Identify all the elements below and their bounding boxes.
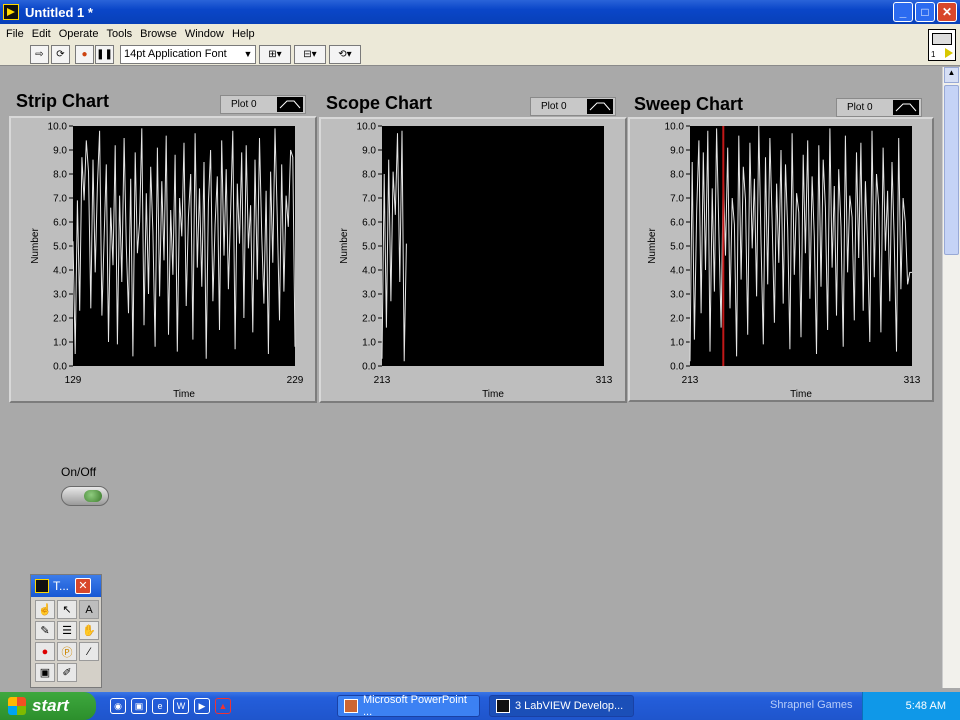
- y-axis-label: Number: [647, 228, 658, 264]
- screen: Untitled 1 * _ □ ✕ File Edit Operate Too…: [0, 0, 960, 720]
- taskbar-powerpoint[interactable]: Microsoft PowerPoint ...: [337, 694, 480, 718]
- y-tick-label: 7.0: [670, 194, 684, 205]
- onoff-label: On/Off: [61, 465, 97, 479]
- run-arrow-icon: [945, 48, 953, 58]
- y-tick-label: 1.0: [362, 338, 376, 349]
- connect-wire-tool-icon[interactable]: ✎: [35, 621, 55, 640]
- y-tick-label: 4.0: [53, 266, 67, 277]
- start-label: start: [32, 696, 69, 715]
- x-tick-label: 229: [287, 375, 304, 386]
- tools-palette-title-bar[interactable]: T... ✕: [31, 575, 101, 597]
- x-tick-label: 313: [904, 375, 921, 386]
- y-tick-label: 8.0: [53, 170, 67, 181]
- y-tick-label: 1.0: [53, 338, 67, 349]
- position-tool-icon[interactable]: ↖: [57, 600, 77, 619]
- y-tick-label: 8.0: [670, 170, 684, 181]
- y-axis-label: Number: [339, 228, 350, 264]
- y-tick-label: 4.0: [362, 266, 376, 277]
- plot-area: [382, 126, 604, 366]
- y-tick-label: 9.0: [670, 146, 684, 157]
- set-color-tool-icon[interactable]: ▣: [35, 663, 55, 682]
- x-axis-label: Time: [482, 389, 504, 400]
- y-tick-label: 0.0: [362, 362, 376, 373]
- system-tray: 5:48 AM: [862, 692, 960, 720]
- x-axis-label: Time: [173, 389, 195, 400]
- y-tick-label: 9.0: [362, 146, 376, 157]
- task-label: 3 LabVIEW Develop...: [515, 700, 624, 712]
- edit-text-tool-icon[interactable]: A: [79, 600, 99, 619]
- scroll-tool-icon[interactable]: ✋: [79, 621, 99, 640]
- shortcut-menu-tool-icon[interactable]: ☰: [57, 621, 77, 640]
- y-tick-label: 10.0: [665, 122, 685, 133]
- media-icon[interactable]: ▶: [194, 698, 210, 714]
- y-tick-label: 0.0: [670, 362, 684, 373]
- y-tick-label: 5.0: [53, 242, 67, 253]
- vertical-scrollbar[interactable]: ▲: [942, 67, 960, 688]
- y-tick-label: 5.0: [362, 242, 376, 253]
- y-tick-label: 2.0: [670, 314, 684, 325]
- quicklaunch-icon-2[interactable]: ▣: [131, 698, 147, 714]
- close-icon[interactable]: ✕: [75, 578, 92, 594]
- x-axis-label: Time: [790, 389, 812, 400]
- start-button[interactable]: start: [0, 692, 96, 720]
- scrollbar-thumb[interactable]: [944, 85, 959, 255]
- y-tick-label: 6.0: [670, 218, 684, 229]
- taskbar-labview[interactable]: 3 LabVIEW Develop...: [489, 695, 634, 717]
- labview-app-icon: [35, 579, 49, 593]
- y-axis-label: Number: [30, 228, 41, 264]
- y-tick-label: 3.0: [670, 290, 684, 301]
- y-tick-label: 4.0: [670, 266, 684, 277]
- y-tick-label: 5.0: [670, 242, 684, 253]
- x-tick-label: 313: [596, 375, 613, 386]
- get-color-tool-icon[interactable]: ⁄: [79, 642, 99, 661]
- y-tick-label: 10.0: [48, 122, 68, 133]
- y-tick-label: 3.0: [53, 290, 67, 301]
- onoff-switch[interactable]: [61, 486, 109, 506]
- y-tick-label: 1.0: [670, 338, 684, 349]
- ie-icon[interactable]: e: [152, 698, 168, 714]
- task-label: Microsoft PowerPoint ...: [362, 694, 467, 718]
- shrapnel-toolbar[interactable]: Shrapnel Games: [770, 699, 853, 711]
- y-tick-label: 2.0: [362, 314, 376, 325]
- y-tick-label: 2.0: [53, 314, 67, 325]
- operate-value-tool-icon[interactable]: ☝: [35, 600, 55, 619]
- brush-icon[interactable]: ✐: [57, 663, 77, 682]
- labview-app-icon: [496, 699, 510, 713]
- y-tick-label: 3.0: [362, 290, 376, 301]
- tools-palette[interactable]: T... ✕ ☝ ↖ A ✎ ☰ ✋ ● Ⓟ ⁄ ▣ ✐: [30, 574, 102, 688]
- probe-tool-icon[interactable]: Ⓟ: [57, 642, 77, 661]
- windows-logo-icon: [8, 697, 26, 715]
- app-icon[interactable]: ▲: [215, 698, 231, 714]
- tools-palette-title: T...: [53, 579, 70, 593]
- word-icon[interactable]: W: [173, 698, 189, 714]
- y-tick-label: 7.0: [53, 194, 67, 205]
- y-tick-label: 7.0: [362, 194, 376, 205]
- x-tick-label: 129: [65, 375, 82, 386]
- y-tick-label: 8.0: [362, 170, 376, 181]
- breakpoint-tool-icon[interactable]: ●: [35, 642, 55, 661]
- y-tick-label: 0.0: [53, 362, 67, 373]
- x-tick-label: 213: [374, 375, 391, 386]
- taskbar: start ◉ ▣ e W ▶ ▲ Microsoft PowerPoint .…: [0, 692, 960, 720]
- led-indicator-icon: [84, 490, 102, 502]
- y-tick-label: 6.0: [53, 218, 67, 229]
- quicklaunch-icon-1[interactable]: ◉: [110, 698, 126, 714]
- y-tick-label: 10.0: [357, 122, 377, 133]
- clock: 5:48 AM: [905, 700, 946, 712]
- y-tick-label: 9.0: [53, 146, 67, 157]
- scroll-up-icon[interactable]: ▲: [944, 67, 959, 83]
- x-tick-label: 213: [682, 375, 699, 386]
- charts-canvas: 10.0 9.0 8.0 7.0 6.0 5.0 4.0 3.0 2.0 1.0 0.0 129 229…: [30, 122, 921, 401]
- y-tick-label: 6.0: [362, 218, 376, 229]
- powerpoint-icon: [344, 699, 358, 713]
